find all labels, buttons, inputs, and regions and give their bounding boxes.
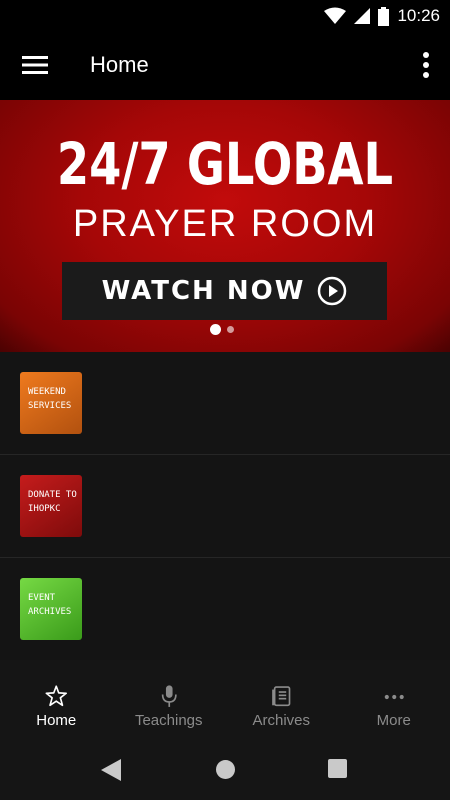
wifi-icon <box>324 7 347 24</box>
donate-thumbnail: DONATE TO IHOPKC <box>20 475 82 537</box>
carousel-dot[interactable] <box>227 326 234 333</box>
nav-archives[interactable]: Archives <box>225 660 338 742</box>
watch-now-button[interactable]: WATCH NOW <box>62 262 387 320</box>
thumb-line-1: EVENT <box>28 593 56 603</box>
weekend-services-thumbnail: WEEKEND SERVICES <box>20 372 82 434</box>
nav-archives-label: Archives <box>252 712 311 729</box>
thumb-line-2: IHOPKC <box>28 504 61 514</box>
nav-home-label: Home <box>36 712 77 729</box>
event-archives-thumbnail: EVENT ARCHIVES <box>20 578 82 640</box>
watch-now-label: WATCH NOW <box>101 276 306 306</box>
nav-more-label: More <box>376 712 411 729</box>
bottom-navigation: Home Teachings Archives More <box>0 660 450 742</box>
list-item-donate[interactable]: DONATE TO IHOPKC <box>0 455 450 558</box>
home-circle-icon[interactable] <box>215 759 236 780</box>
status-bar: 10:26 <box>0 0 450 32</box>
carousel-indicator <box>210 324 234 335</box>
thumb-line-1: WEEKEND <box>28 387 66 397</box>
recent-apps-icon[interactable] <box>328 759 347 778</box>
nav-teachings[interactable]: Teachings <box>113 660 226 742</box>
list-item-event-archives[interactable]: EVENT ARCHIVES <box>0 558 450 661</box>
book-icon <box>272 686 291 707</box>
thumb-line-2: ARCHIVES <box>28 607 72 617</box>
battery-icon <box>378 6 390 26</box>
clock: 10:26 <box>397 6 440 25</box>
list-item-weekend-services[interactable]: WEEKEND SERVICES <box>0 352 450 455</box>
microphone-icon <box>161 685 177 707</box>
nav-teachings-label: Teachings <box>134 712 203 729</box>
star-icon <box>45 685 68 707</box>
play-circle-icon <box>318 276 347 306</box>
banner-subtitle: PRAYER ROOM <box>72 203 378 245</box>
banner-title: 24/7 GLOBAL <box>56 130 394 198</box>
carousel-dot-active[interactable] <box>210 324 221 335</box>
cell-signal-icon <box>354 8 371 24</box>
content-list: WEEKEND SERVICES DONATE TO IHOPKC EVENT … <box>0 352 450 661</box>
system-navigation-bar <box>0 742 450 800</box>
more-horizontal-icon <box>384 694 404 700</box>
app-bar: Home <box>0 32 450 100</box>
thumb-line-2: SERVICES <box>28 401 72 411</box>
back-icon[interactable] <box>101 759 121 781</box>
page-title: Home <box>90 52 149 77</box>
hamburger-menu-icon[interactable] <box>22 54 48 76</box>
status-icons: 10:26 <box>324 6 440 26</box>
nav-home[interactable]: Home <box>0 660 113 742</box>
thumb-line-1: DONATE TO <box>28 490 77 500</box>
nav-more[interactable]: More <box>338 660 450 742</box>
banner-carousel[interactable]: 24/7 GLOBAL PRAYER ROOM WATCH NOW <box>0 100 450 352</box>
more-vertical-icon[interactable] <box>420 50 432 80</box>
